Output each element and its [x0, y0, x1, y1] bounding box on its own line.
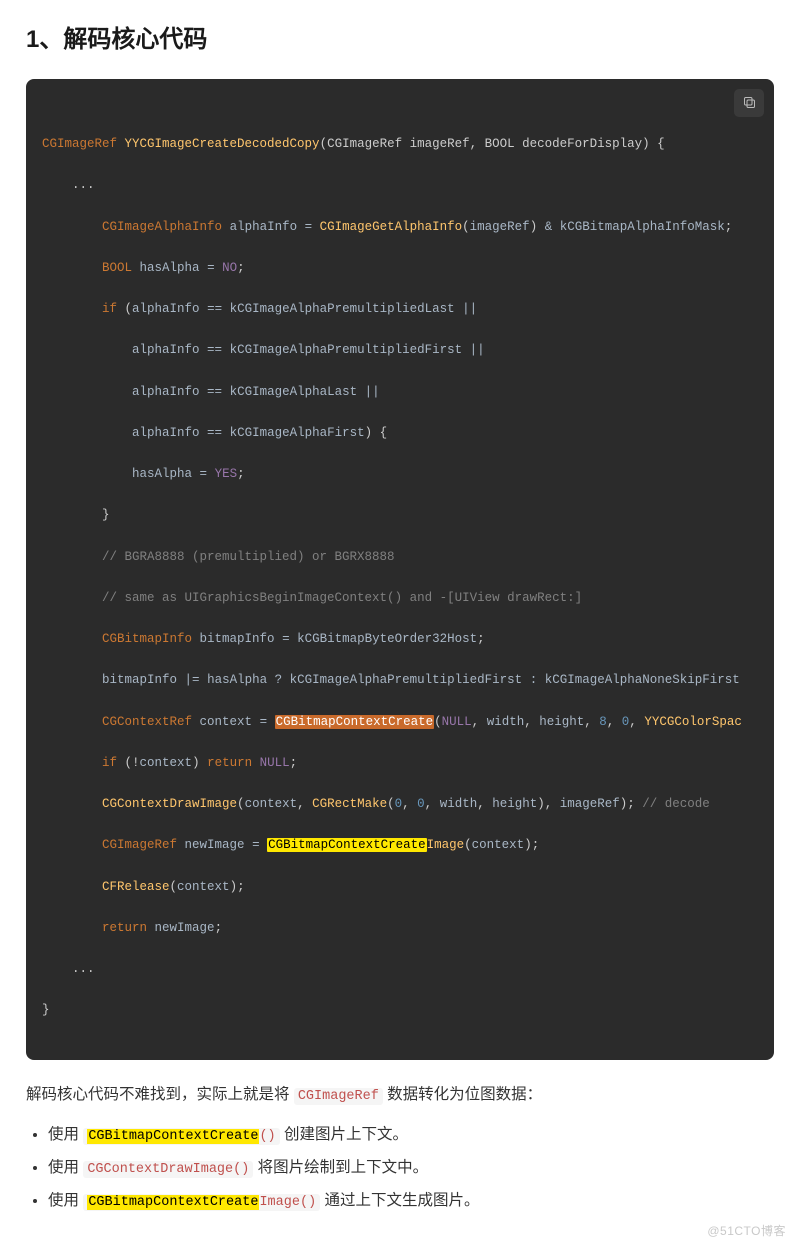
code-token: width — [440, 797, 478, 811]
copy-button[interactable] — [734, 89, 764, 117]
code-comment: // BGRA8888 (premultiplied) or BGRX8888 — [102, 550, 395, 564]
code-token: } — [42, 1000, 758, 1021]
code-token: kCGImageAlphaFirst — [230, 426, 365, 440]
code-token: 0 — [622, 715, 630, 729]
code-token: kCGImageAlphaPremultipliedFirst — [230, 343, 463, 357]
code-token: bitmapInfo — [102, 673, 177, 687]
code-token: kCGBitmapByteOrder32Host — [297, 632, 477, 646]
code-token: context — [472, 838, 525, 852]
list-text: 使用 — [48, 1126, 83, 1143]
code-token: CGContextDrawImage — [102, 797, 237, 811]
inline-code: CGBitmapContextCreate() — [83, 1128, 279, 1145]
watermark: @51CTO博客 — [707, 1221, 786, 1241]
inline-code: CGBitmapContextCreateImage() — [83, 1194, 320, 1211]
code-token: hasAlpha — [140, 261, 200, 275]
code-token: height — [539, 715, 584, 729]
list-text: 通过上下文生成图片。 — [320, 1192, 479, 1209]
list-text: 使用 — [48, 1192, 83, 1209]
code-highlight-orange: CGBitmapContextCreate — [275, 715, 435, 729]
code-token: (CGImageRef imageRef, BOOL decodeForDisp… — [320, 137, 665, 151]
code-token: Image — [427, 838, 465, 852]
code-token: height — [492, 797, 537, 811]
code-token: CGImageRef — [42, 137, 117, 151]
code-token: context — [140, 756, 193, 770]
code-text: Image — [259, 1195, 300, 1210]
code-token: kCGImageAlphaNoneSkipFirst — [545, 673, 740, 687]
inline-code: CGContextDrawImage() — [83, 1161, 253, 1178]
code-token: YYCGImageCreateDecodedCopy — [125, 137, 320, 151]
code-token: newImage — [185, 838, 245, 852]
code-token: CGImageRef — [102, 838, 177, 852]
code-token: kCGImageAlphaLast — [230, 385, 358, 399]
paragraph-text: 数据转化为位图数据： — [383, 1086, 542, 1103]
code-comment: // decode — [642, 797, 710, 811]
code-token: return — [207, 756, 252, 770]
code-token: CGImageAlphaInfo — [102, 220, 222, 234]
list-item: 使用 CGBitmapContextCreate() 创建图片上下文。 — [48, 1122, 774, 1149]
list-text: 将图片绘制到上下文中。 — [253, 1159, 428, 1176]
list-text: 使用 — [48, 1159, 83, 1176]
code-token: ... — [42, 959, 758, 980]
code-token: CGRectMake — [312, 797, 387, 811]
code-token: kCGImageAlphaPremultipliedFirst — [290, 673, 523, 687]
code-token: CGImageGetAlphaInfo — [320, 220, 463, 234]
code-token: YYCGColorSpac — [644, 715, 742, 729]
code-token: hasAlpha — [132, 467, 192, 481]
code-token: NULL — [260, 756, 290, 770]
code-token: width — [487, 715, 525, 729]
code-token: NO — [222, 261, 237, 275]
list-text: 创建图片上下文。 — [280, 1126, 408, 1143]
code-token: ... — [42, 175, 758, 196]
code-token: imageRef — [560, 797, 620, 811]
code-token: return — [102, 921, 147, 935]
explanation-paragraph: 解码核心代码不难找到，实际上就是将 CGImageRef 数据转化为位图数据： — [26, 1082, 774, 1109]
list-item: 使用 CGBitmapContextCreateImage() 通过上下文生成图… — [48, 1188, 774, 1215]
code-comment: // same as UIGraphicsBeginImageContext()… — [102, 591, 582, 605]
inline-code: CGImageRef — [294, 1088, 383, 1105]
paragraph-text: 解码核心代码不难找到，实际上就是将 — [26, 1086, 294, 1103]
code-token: if — [102, 302, 117, 316]
code-token: NULL — [442, 715, 472, 729]
code-token: alphaInfo — [230, 220, 298, 234]
code-highlight-yellow: CGBitmapContextCreate — [87, 1129, 259, 1144]
code-token: context — [245, 797, 298, 811]
section-heading: 1、解码核心代码 — [26, 20, 774, 61]
code-token: if — [102, 756, 117, 770]
code-token: alphaInfo — [132, 385, 200, 399]
code-token: alphaInfo — [132, 302, 200, 316]
code-token: context — [177, 880, 230, 894]
code-text: () — [259, 1129, 275, 1144]
code-token: 8 — [599, 715, 607, 729]
code-token: alphaInfo — [132, 426, 200, 440]
code-token: context — [200, 715, 253, 729]
code-token: CGBitmapInfo — [102, 632, 192, 646]
code-token: newImage — [155, 921, 215, 935]
code-token: CFRelease — [102, 880, 170, 894]
code-token: alphaInfo — [132, 343, 200, 357]
code-token: imageRef — [470, 220, 530, 234]
bullet-list: 使用 CGBitmapContextCreate() 创建图片上下文。 使用 C… — [30, 1122, 774, 1215]
code-block: CGImageRef YYCGImageCreateDecodedCopy(CG… — [26, 79, 774, 1060]
code-highlight-yellow: CGBitmapContextCreate — [87, 1195, 259, 1210]
code-token: 0 — [395, 797, 403, 811]
code-token: YES — [215, 467, 238, 481]
copy-icon — [742, 95, 757, 110]
code-token: hasAlpha — [207, 673, 267, 687]
code-token: kCGBitmapAlphaInfoMask — [560, 220, 725, 234]
code-token: CGContextRef — [102, 715, 192, 729]
code-token: 0 — [417, 797, 425, 811]
code-token: kCGImageAlphaPremultipliedLast — [230, 302, 455, 316]
code-text: () — [300, 1195, 316, 1210]
code-token: BOOL — [102, 261, 132, 275]
code-highlight-yellow: CGBitmapContextCreate — [267, 838, 427, 852]
list-item: 使用 CGContextDrawImage() 将图片绘制到上下文中。 — [48, 1155, 774, 1182]
code-token: bitmapInfo — [200, 632, 275, 646]
